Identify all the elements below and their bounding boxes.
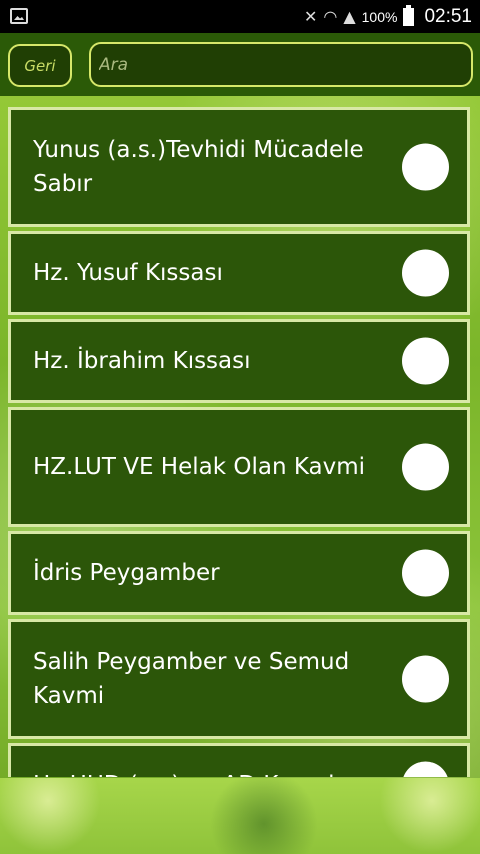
status-icons: ✕ ◠ ▲ 100% 02:51 [304, 0, 472, 33]
list-item[interactable]: Hz. İbrahim Kıssası [8, 319, 470, 403]
list-item-label: HZ.LUT VE Helak Olan Kavmi [33, 454, 366, 480]
radio-button[interactable] [402, 249, 449, 297]
list-item-label: Salih Peygamber ve Semud Kavmi [33, 649, 350, 709]
list-item[interactable]: Yunus (a.s.)Tevhidi Mücadele Sabır [8, 107, 470, 227]
battery-icon [403, 4, 415, 26]
radio-button[interactable] [402, 549, 449, 597]
list-item[interactable]: HZ.LUT VE Helak Olan Kavmi [8, 407, 470, 527]
list-item-label: Yunus (a.s.)Tevhidi Mücadele Sabır [33, 137, 364, 197]
mute-icon: ✕ [303, 7, 318, 26]
status-bar: ✕ ◠ ▲ 100% 02:51 [0, 0, 480, 33]
clock: 02:51 [424, 5, 472, 27]
list-item-label: Hz. Yusuf Kıssası [33, 260, 223, 286]
radio-button[interactable] [402, 443, 449, 491]
list-item[interactable]: İdris Peygamber [8, 531, 470, 615]
search-input[interactable] [89, 42, 473, 87]
list-item[interactable]: Hz. Yusuf Kıssası [8, 231, 470, 315]
battery-percent: 100% [361, 8, 398, 25]
list-item-label: İdris Peygamber [33, 560, 220, 586]
radio-button[interactable] [402, 143, 449, 191]
gallery-notification-icon [10, 8, 28, 24]
wifi-icon: ◠ [323, 7, 338, 26]
radio-button[interactable] [402, 337, 449, 385]
list-item[interactable]: Salih Peygamber ve Semud Kavmi [8, 619, 470, 739]
app-screen: Geri Yunus (a.s.)Tevhidi Mücadele Sabır … [0, 33, 480, 854]
story-list: Yunus (a.s.)Tevhidi Mücadele Sabır Hz. Y… [8, 107, 470, 777]
top-bar: Geri [0, 33, 480, 96]
radio-button[interactable] [402, 761, 449, 777]
list-item-label: Hz. İbrahim Kıssası [33, 348, 251, 374]
list-item[interactable]: Hz.HUD (a.s) ve AD Kavmi [8, 743, 470, 777]
list-item-label: Hz.HUD (a.s) ve AD Kavmi [11, 768, 381, 777]
signal-icon: ▲ [343, 7, 356, 26]
radio-button[interactable] [402, 655, 449, 703]
decorative-background [0, 778, 480, 854]
back-button[interactable]: Geri [8, 44, 72, 87]
